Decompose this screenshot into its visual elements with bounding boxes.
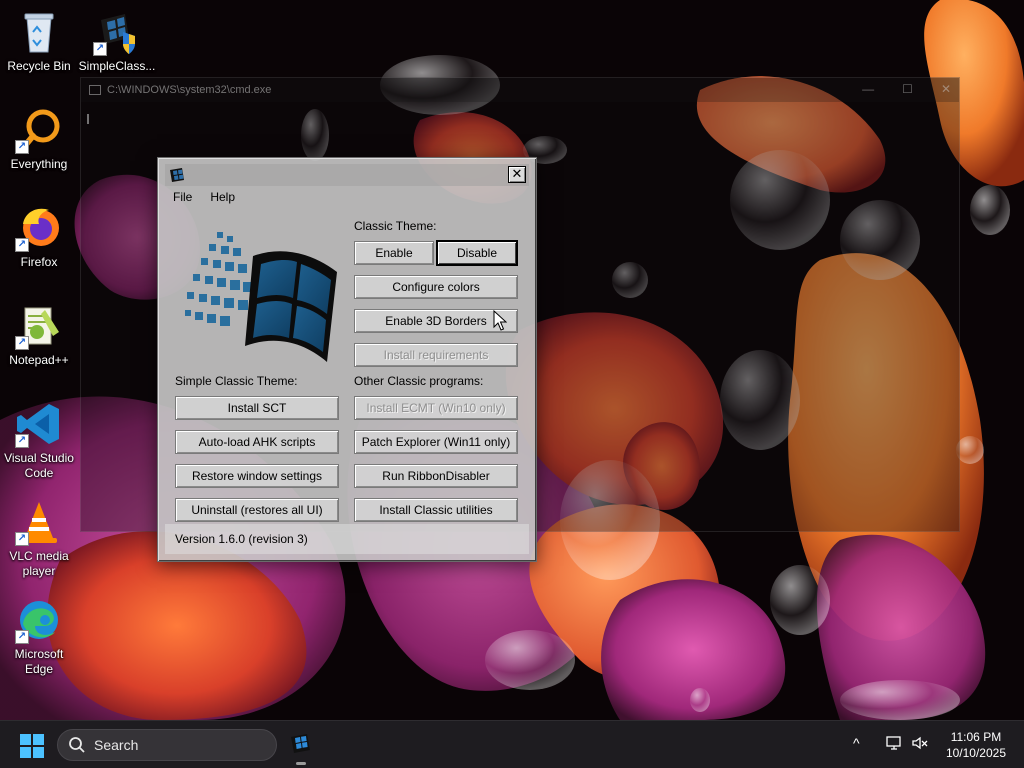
install-classic-utilities-button[interactable]: Install Classic utilities xyxy=(354,498,518,522)
desktop-icon-label: Recycle Bin xyxy=(7,59,71,73)
clock-date: 10/10/2025 xyxy=(945,746,1006,760)
network-icon[interactable] xyxy=(885,734,903,752)
configure-colors-button[interactable]: Configure colors xyxy=(354,275,518,299)
install-requirements-button[interactable]: Install requirements xyxy=(354,343,518,367)
mouse-pointer-icon xyxy=(493,310,507,331)
windows-classic-logo xyxy=(185,232,337,362)
desktop-icon-label: Everything xyxy=(10,157,68,171)
desktop-icon-notepadpp[interactable]: ↗ Notepad++ xyxy=(0,302,78,368)
desktop-icon-vlc[interactable]: ↗ VLC media player xyxy=(0,498,78,579)
text-cursor xyxy=(87,114,89,124)
minimize-icon[interactable]: — xyxy=(862,82,874,96)
version-label: Version 1.6.0 (revision 3) xyxy=(175,532,308,546)
restore-window-settings-button[interactable]: Restore window settings xyxy=(175,464,339,488)
search-placeholder: Search xyxy=(94,737,139,753)
desktop-icon-firefox[interactable]: ↗ Firefox xyxy=(0,204,78,270)
cmd-window-titlebar[interactable]: C:\WINDOWS\system32\cmd.exe xyxy=(81,78,959,102)
menu-file[interactable]: File xyxy=(173,190,192,204)
autoload-ahk-button[interactable]: Auto-load AHK scripts xyxy=(175,430,339,454)
simple-classic-dialog[interactable]: ✕ File Help Classic Theme: Enable Disabl… xyxy=(157,157,537,562)
taskbar-simple-classic-icon[interactable] xyxy=(288,731,314,757)
disable-button[interactable]: Disable xyxy=(437,241,517,265)
cmd-icon xyxy=(89,85,101,95)
dialog-close-button[interactable]: ✕ xyxy=(508,166,526,183)
desktop-icon-everything[interactable]: ↗ Everything xyxy=(0,106,78,172)
menu-help[interactable]: Help xyxy=(210,190,235,204)
desktop-icon-label: Microsoft Edge xyxy=(14,647,64,676)
taskbar-search-box[interactable]: Search xyxy=(57,729,277,761)
install-ecmt-button[interactable]: Install ECMT (Win10 only) xyxy=(354,396,518,420)
desktop-icon-label: Firefox xyxy=(20,255,58,269)
clock-time: 11:06 PM xyxy=(950,730,1002,744)
edge-icon: ↗ xyxy=(15,596,63,644)
patch-explorer-button[interactable]: Patch Explorer (Win11 only) xyxy=(354,430,518,454)
running-app-indicator xyxy=(296,762,306,765)
desktop-icon-vscode[interactable]: ↗ Visual Studio Code xyxy=(0,400,78,481)
desktop-icon-label: Notepad++ xyxy=(9,353,69,367)
desktop-icon-label: VLC media player xyxy=(9,549,69,578)
shortcut-arrow-icon: ↗ xyxy=(15,532,29,546)
firefox-icon: ↗ xyxy=(15,204,63,252)
enable-button[interactable]: Enable xyxy=(354,241,434,265)
classic-theme-label: Classic Theme: xyxy=(354,219,437,233)
install-sct-button[interactable]: Install SCT xyxy=(175,396,339,420)
desktop-icon-simpleclassic[interactable]: ↗ SimpleClass... xyxy=(78,8,156,74)
shortcut-arrow-icon: ↗ xyxy=(15,630,29,644)
close-icon[interactable]: ✕ xyxy=(941,82,951,96)
vscode-icon: ↗ xyxy=(15,400,63,448)
shortcut-arrow-icon: ↗ xyxy=(93,42,107,56)
run-ribbondisabler-button[interactable]: Run RibbonDisabler xyxy=(354,464,518,488)
simple-classic-icon: ↗ xyxy=(93,8,141,56)
uninstall-button[interactable]: Uninstall (restores all UI) xyxy=(175,498,339,522)
shortcut-arrow-icon: ↗ xyxy=(15,140,29,154)
simple-classic-theme-label: Simple Classic Theme: xyxy=(175,374,298,388)
shortcut-arrow-icon: ↗ xyxy=(15,336,29,350)
tray-chevron-icon[interactable]: ^ xyxy=(853,735,860,751)
everything-search-icon: ↗ xyxy=(15,106,63,154)
dialog-menubar: File Help xyxy=(165,186,529,208)
taskbar: Search ^ 11:06 PM 10/10/2025 xyxy=(0,720,1024,768)
search-icon xyxy=(69,737,85,753)
other-classic-programs-label: Other Classic programs: xyxy=(354,374,484,388)
volume-muted-icon[interactable] xyxy=(911,734,929,752)
vlc-icon: ↗ xyxy=(15,498,63,546)
app-icon xyxy=(170,168,184,182)
cmd-window-title: C:\WINDOWS\system32\cmd.exe xyxy=(107,84,272,96)
recycle-bin-icon xyxy=(15,8,63,56)
shortcut-arrow-icon: ↗ xyxy=(15,434,29,448)
windows-start-icon[interactable] xyxy=(20,734,44,758)
desktop-icon-label: SimpleClass... xyxy=(78,59,156,73)
notepad-plus-plus-icon: ↗ xyxy=(15,302,63,350)
dialog-titlebar[interactable]: ✕ xyxy=(165,164,529,186)
desktop-icon-label: Visual Studio Code xyxy=(4,451,74,480)
system-clock[interactable]: 11:06 PM 10/10/2025 xyxy=(946,729,1006,761)
shortcut-arrow-icon: ↗ xyxy=(15,238,29,252)
maximize-icon[interactable]: ☐ xyxy=(902,82,913,96)
desktop-icon-edge[interactable]: ↗ Microsoft Edge xyxy=(0,596,78,677)
desktop-icon-recycle-bin[interactable]: Recycle Bin xyxy=(0,8,78,74)
